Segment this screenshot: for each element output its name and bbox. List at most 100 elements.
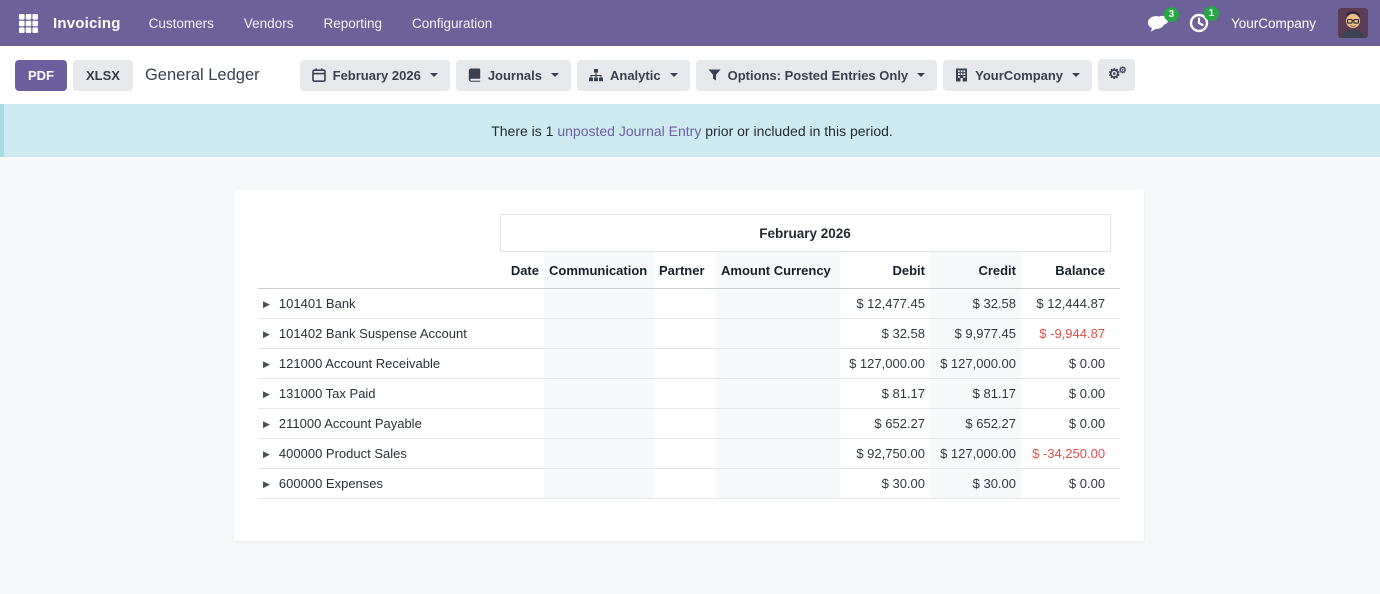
balance-cell: $ 0.00 bbox=[1021, 469, 1110, 499]
amount-currency-cell bbox=[716, 349, 840, 379]
options-filter-label: Options: Posted Entries Only bbox=[728, 68, 909, 83]
control-panel: PDF XLSX General Ledger February 2026 J bbox=[0, 46, 1380, 104]
journals-filter-button[interactable]: Journals bbox=[456, 60, 571, 91]
chevron-down-icon bbox=[670, 73, 678, 77]
partner-cell bbox=[654, 409, 716, 439]
period-filter-label: February 2026 bbox=[333, 68, 421, 83]
journals-filter-label: Journals bbox=[488, 68, 542, 83]
table-row[interactable]: ▶600000 Expenses $ 30.00 $ 30.00 $ 0.00 bbox=[258, 469, 1120, 499]
grid-icon bbox=[19, 14, 38, 33]
apps-menu-icon[interactable] bbox=[15, 10, 41, 36]
communication-cell bbox=[544, 349, 654, 379]
date-cell bbox=[500, 349, 544, 379]
menu-reporting[interactable]: Reporting bbox=[323, 16, 382, 31]
top-navbar: Invoicing Customers Vendors Reporting Co… bbox=[0, 0, 1380, 46]
analytic-filter-button[interactable]: Analytic bbox=[577, 60, 690, 91]
table-row[interactable]: ▶101401 Bank $ 12,477.45 $ 32.58 $ 12,44… bbox=[258, 289, 1120, 319]
company-filter-button[interactable]: YourCompany bbox=[943, 60, 1092, 91]
expand-icon[interactable]: ▶ bbox=[263, 329, 270, 340]
col-header-debit: Debit bbox=[840, 252, 930, 289]
table-row[interactable]: ▶ 400000 Product Sales $ 92,750.00 $ 127,… bbox=[258, 439, 1120, 469]
credit-cell: $ 652.27 bbox=[930, 409, 1021, 439]
company-filter-label: YourCompany bbox=[975, 68, 1063, 83]
menu-customers[interactable]: Customers bbox=[149, 16, 214, 31]
period-filter-button[interactable]: February 2026 bbox=[300, 60, 450, 91]
date-cell bbox=[500, 379, 544, 409]
date-cell bbox=[500, 469, 544, 499]
expand-icon[interactable]: ▶ bbox=[263, 359, 270, 370]
debit-cell: $ 652.27 bbox=[840, 409, 930, 439]
partner-cell bbox=[654, 469, 716, 499]
activities-button[interactable]: 1 bbox=[1189, 13, 1209, 33]
communication-cell bbox=[544, 289, 654, 319]
col-header-amount-currency: Amount Currency bbox=[716, 252, 840, 289]
settings-button[interactable]: ⚙⚙ bbox=[1098, 59, 1135, 91]
amount-currency-cell bbox=[716, 319, 840, 349]
chevron-down-icon bbox=[917, 73, 925, 77]
partner-cell bbox=[654, 349, 716, 379]
date-cell bbox=[500, 289, 544, 319]
sitemap-icon bbox=[589, 69, 603, 82]
filter-funnel-icon bbox=[708, 69, 721, 81]
date-cell bbox=[500, 439, 544, 469]
account-name: 121000 Account Receivable bbox=[279, 356, 440, 371]
table-row[interactable]: ▶131000 Tax Paid $ 81.17 $ 81.17 $ 0.00 bbox=[258, 379, 1120, 409]
table-row[interactable]: ▶ 211000 Account Payable $ 652.27 $ 652.2… bbox=[258, 409, 1120, 439]
avatar-image bbox=[1338, 8, 1368, 38]
table-row[interactable]: ▶101402 Bank Suspense Account $ 32.58 $ … bbox=[258, 319, 1120, 349]
general-ledger-table: February 2026 Date Communication Partner… bbox=[258, 214, 1120, 499]
date-cell bbox=[500, 409, 544, 439]
balance-cell: $ 0.00 bbox=[1021, 379, 1110, 409]
banner-text-prefix: There is 1 bbox=[491, 123, 557, 139]
chevron-down-icon bbox=[551, 73, 559, 77]
account-name: 400000 Product Sales bbox=[279, 446, 407, 461]
communication-cell bbox=[544, 319, 654, 349]
account-name: 131000 Tax Paid bbox=[279, 386, 376, 401]
communication-cell bbox=[544, 409, 654, 439]
debit-cell: $ 81.17 bbox=[840, 379, 930, 409]
credit-cell: $ 127,000.00 bbox=[930, 349, 1021, 379]
page-title: General Ledger bbox=[145, 66, 260, 85]
expand-icon[interactable]: ▶ bbox=[263, 299, 270, 310]
expand-icon[interactable]: ▶ bbox=[263, 389, 270, 400]
col-header-credit: Credit bbox=[930, 252, 1021, 289]
balance-cell: $ 0.00 bbox=[1021, 409, 1110, 439]
column-header-row: Date Communication Partner Amount Curren… bbox=[258, 252, 1120, 289]
partner-cell bbox=[654, 289, 716, 319]
balance-cell: $ 12,444.87 bbox=[1021, 289, 1110, 319]
general-ledger-card: February 2026 Date Communication Partner… bbox=[234, 190, 1144, 541]
col-header-communication: Communication bbox=[544, 252, 654, 289]
expand-icon[interactable]: ▶ bbox=[263, 479, 270, 490]
menu-configuration[interactable]: Configuration bbox=[412, 16, 492, 31]
xlsx-button[interactable]: XLSX bbox=[73, 60, 133, 91]
avatar[interactable] bbox=[1338, 8, 1368, 38]
debit-cell: $ 12,477.45 bbox=[840, 289, 930, 319]
col-header-balance: Balance bbox=[1021, 252, 1110, 289]
communication-cell bbox=[544, 439, 654, 469]
account-name: 211000 Account Payable bbox=[279, 416, 422, 431]
debit-cell: $ 30.00 bbox=[840, 469, 930, 499]
messages-button[interactable]: 3 bbox=[1147, 14, 1169, 33]
debit-cell: $ 92,750.00 bbox=[840, 439, 930, 469]
building-icon bbox=[955, 68, 968, 82]
filter-bar: February 2026 Journals A bbox=[300, 59, 1135, 91]
debit-cell: $ 32.58 bbox=[840, 319, 930, 349]
expand-icon[interactable]: ▶ bbox=[263, 449, 270, 460]
amount-currency-cell bbox=[716, 409, 840, 439]
unposted-entries-banner: There is 1 unposted Journal Entry prior … bbox=[0, 104, 1380, 157]
menu-vendors[interactable]: Vendors bbox=[244, 16, 294, 31]
unposted-journal-entry-link[interactable]: unposted Journal Entry bbox=[557, 123, 701, 139]
amount-currency-cell bbox=[716, 439, 840, 469]
balance-cell: $ 0.00 bbox=[1021, 349, 1110, 379]
user-company-name[interactable]: YourCompany bbox=[1231, 16, 1316, 31]
pdf-button[interactable]: PDF bbox=[15, 60, 67, 91]
amount-currency-cell bbox=[716, 469, 840, 499]
chevron-down-icon bbox=[1072, 73, 1080, 77]
partner-cell bbox=[654, 319, 716, 349]
options-filter-button[interactable]: Options: Posted Entries Only bbox=[696, 60, 938, 91]
credit-cell: $ 127,000.00 bbox=[930, 439, 1021, 469]
table-row[interactable]: ▶121000 Account Receivable $ 127,000.00 … bbox=[258, 349, 1120, 379]
account-name: 600000 Expenses bbox=[279, 476, 383, 491]
expand-icon[interactable]: ▶ bbox=[263, 419, 270, 430]
app-name[interactable]: Invoicing bbox=[53, 15, 121, 32]
